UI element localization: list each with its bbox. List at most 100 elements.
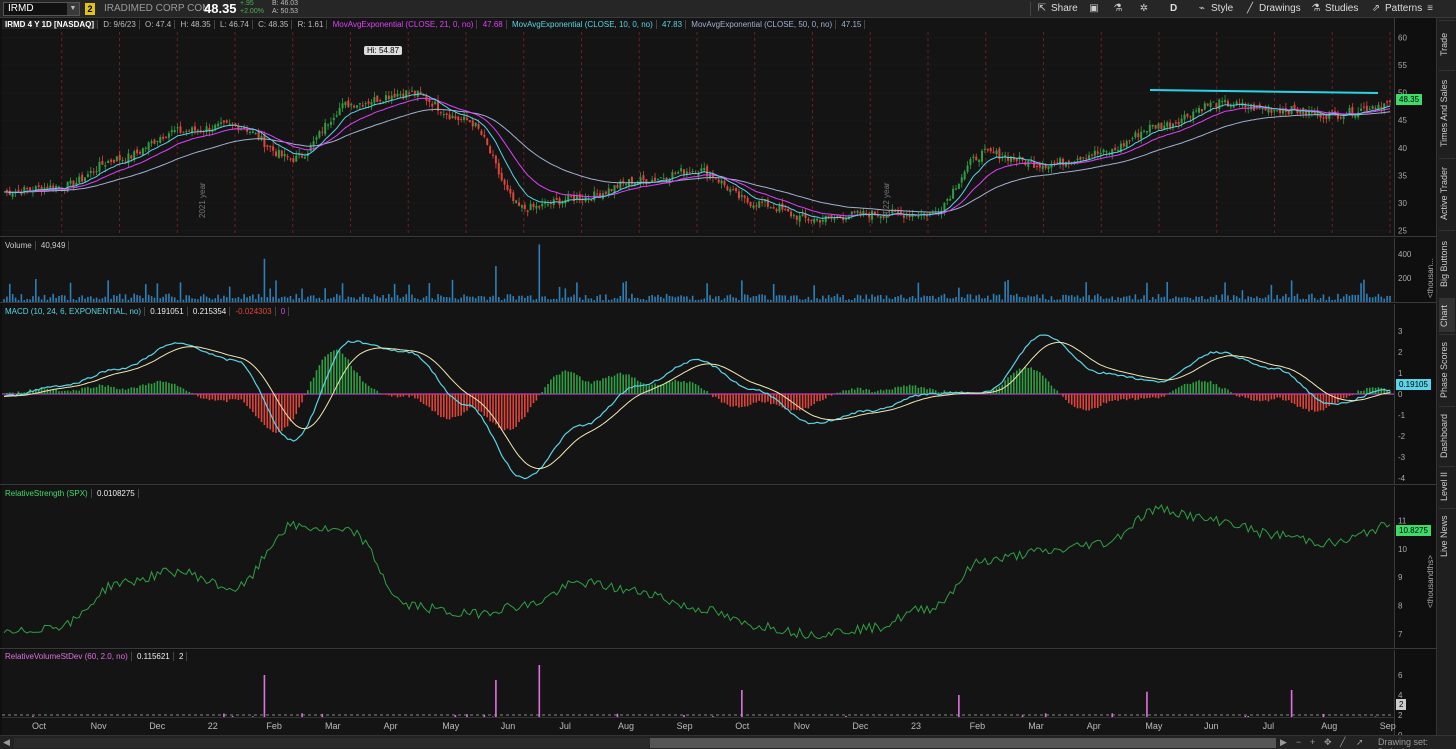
- style-button[interactable]: ⌁ Style: [1196, 0, 1233, 18]
- zoom-in-icon[interactable]: +: [1310, 737, 1315, 747]
- macd-hist-bar: [497, 394, 500, 428]
- macd-label[interactable]: MACD (10, 24, 6, EXPONENTIAL, no): [2, 307, 146, 316]
- candle-body: [1212, 101, 1215, 103]
- macd-hist-bar: [416, 394, 419, 399]
- macd-hist-bar: [885, 389, 888, 394]
- chevron-down-icon[interactable]: ▼: [67, 3, 79, 15]
- flask-button[interactable]: ⚗: [1112, 0, 1127, 18]
- macd-hist-bar: [1050, 385, 1053, 394]
- macd-hist-bar: [755, 394, 758, 403]
- volume-bar: [966, 294, 969, 302]
- macd-axis-tick: -4: [1398, 474, 1406, 483]
- patterns-button[interactable]: ⇗ Patterns: [1370, 0, 1422, 18]
- snapshot-button[interactable]: ▣: [1088, 0, 1103, 18]
- zoom-out-icon[interactable]: −: [1296, 737, 1301, 747]
- volume-bar: [246, 297, 248, 302]
- pan-icon[interactable]: ✥: [1324, 737, 1332, 748]
- macd-hist-bar: [399, 394, 402, 397]
- macd-hist-bar: [1195, 381, 1197, 394]
- tab-chart[interactable]: Chart: [1439, 298, 1455, 332]
- rs-label[interactable]: RelativeStrength (SPX): [2, 489, 92, 498]
- tab-big-buttons[interactable]: Big Buttons: [1439, 230, 1455, 296]
- macd-hist-bar: [813, 394, 815, 405]
- candle-body: [1386, 101, 1389, 103]
- share-button[interactable]: ⇱ Share: [1036, 0, 1078, 18]
- candle-body: [1151, 124, 1154, 127]
- candle-body: [500, 172, 503, 181]
- macd-hist-bar: [1053, 388, 1056, 394]
- macd-hist-bar: [506, 394, 509, 429]
- pointer-icon[interactable]: ➚: [1356, 737, 1364, 748]
- studies-button[interactable]: ⚗ Studies: [1310, 0, 1359, 18]
- macd-hist-bar: [168, 382, 170, 394]
- volume-label[interactable]: Volume: [2, 241, 36, 250]
- ma50-label[interactable]: MovAvgExponential (CLOSE, 50, 0, no): [688, 20, 837, 29]
- x-axis-label: Oct: [32, 721, 47, 731]
- macd-hist-bar: [1380, 387, 1383, 394]
- chart-area[interactable]: 60555045403530254002003210-1-2-3-4111098…: [0, 18, 1436, 735]
- macd-hist-bar: [599, 380, 601, 394]
- volume-bar: [1013, 295, 1015, 302]
- candle-body: [185, 130, 188, 132]
- menu-button[interactable]: ≡: [1424, 0, 1439, 18]
- drawings-button[interactable]: ╱ Drawings: [1244, 0, 1301, 18]
- tab-trade[interactable]: Trade: [1439, 20, 1455, 68]
- tab-times-and-sales[interactable]: Times And Sales: [1439, 70, 1455, 156]
- macd-hist-bar: [1131, 394, 1134, 399]
- volume-bar: [104, 296, 107, 302]
- macd-hist-bar: [891, 389, 894, 394]
- draw-icon[interactable]: ╱: [1340, 737, 1345, 748]
- tab-live-news[interactable]: Live News: [1439, 508, 1455, 564]
- scroll-left-icon[interactable]: ◀: [3, 737, 10, 748]
- macd-hist-bar: [307, 390, 309, 394]
- macd-hist-bar: [1360, 390, 1362, 394]
- candle-body: [1105, 151, 1108, 153]
- tab-phase-scores[interactable]: Phase Scores: [1439, 334, 1455, 404]
- volume-bar: [98, 299, 101, 302]
- macd-v3: -0.024303: [232, 307, 276, 316]
- scrollbar-thumb[interactable]: [650, 738, 1276, 748]
- volume-bar: [448, 297, 451, 302]
- volume-bar: [469, 296, 471, 302]
- period-button[interactable]: D: [1170, 0, 1177, 18]
- candle-body: [1035, 166, 1038, 168]
- chart-title: IRMD 4 Y 1D [NASDAQ]: [2, 20, 99, 29]
- vol-pane-bg: [2, 238, 1394, 302]
- candle-body: [347, 100, 350, 107]
- volume-bar: [816, 298, 818, 302]
- ma10-label[interactable]: MovAvgExponential (CLOSE, 10, 0, no): [508, 20, 657, 29]
- macd-hist-bar: [1186, 383, 1189, 394]
- tab-level-ii[interactable]: Level II: [1439, 466, 1455, 506]
- rv-label[interactable]: RelativeVolumeStDev (60, 2.0, no): [2, 652, 132, 661]
- volume-bar: [512, 296, 515, 302]
- macd-hist-bar: [37, 390, 40, 394]
- candle-body: [266, 145, 269, 147]
- volume-bar: [853, 298, 856, 302]
- ma21-label[interactable]: MovAvgExponential (CLOSE, 21, 0, no): [329, 20, 478, 29]
- settings-button[interactable]: ✲: [1138, 0, 1153, 18]
- chart-canvas[interactable]: 60555045403530254002003210-1-2-3-4111098…: [0, 18, 1436, 735]
- macd-hist-bar: [706, 391, 708, 394]
- tab-dashboard[interactable]: Dashboard: [1439, 406, 1455, 464]
- volume-bar: [353, 297, 355, 302]
- link-group-badge[interactable]: 2: [85, 3, 95, 15]
- x-axis-label: 23: [911, 721, 922, 731]
- volume-bar: [827, 295, 830, 302]
- macd-hist-bar: [55, 389, 57, 394]
- volume-bar: [784, 295, 787, 302]
- volume-bar: [691, 295, 694, 302]
- macd-hist-bar: [298, 394, 300, 408]
- scroll-right-icon[interactable]: ▶: [1280, 737, 1287, 748]
- macd-hist-bar: [489, 394, 491, 422]
- volume-bar: [958, 287, 960, 302]
- macd-hist-bar: [312, 377, 315, 394]
- volume-bar: [1024, 297, 1027, 302]
- volume-bar: [581, 299, 584, 302]
- candle-body: [95, 171, 98, 173]
- candle-body: [743, 195, 746, 198]
- macd-hist-bar: [558, 374, 561, 394]
- tab-active-trader[interactable]: Active Trader: [1439, 158, 1455, 228]
- volume-bar: [278, 298, 280, 302]
- volume-bar: [1279, 298, 1281, 302]
- symbol-selector[interactable]: IRMD ▼: [3, 2, 80, 16]
